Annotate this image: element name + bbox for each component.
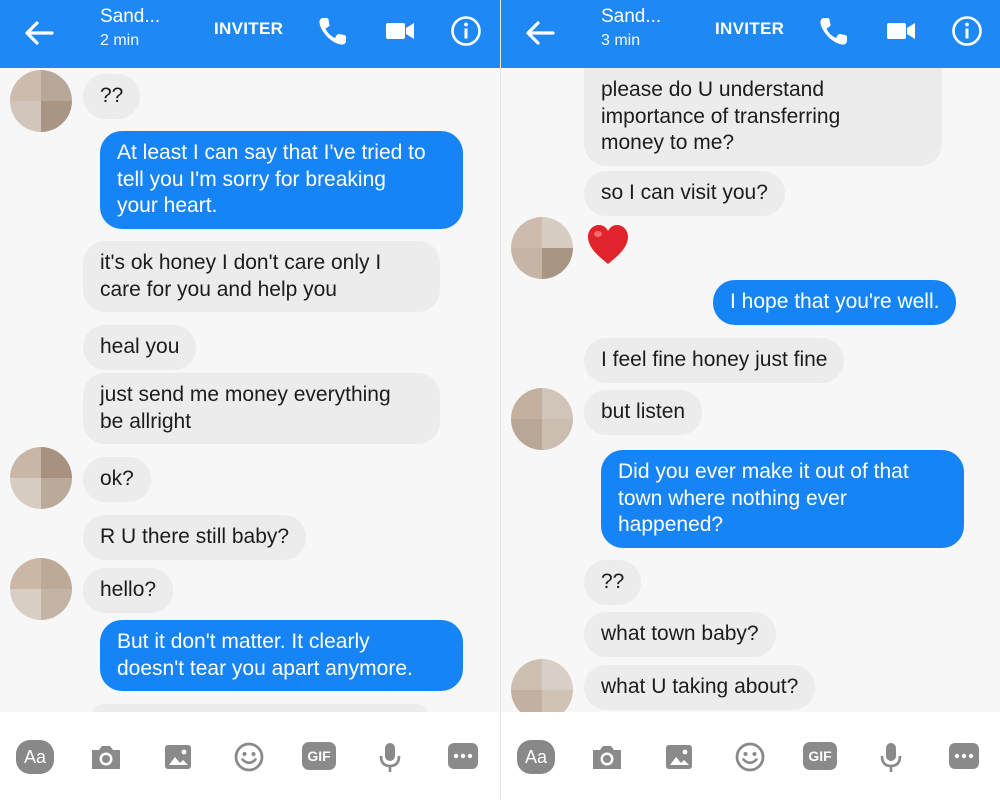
info-icon[interactable] [950, 14, 984, 48]
emoji-icon[interactable] [231, 740, 267, 774]
phone-icon[interactable] [817, 14, 851, 48]
microphone-icon[interactable] [873, 740, 909, 774]
camera-icon[interactable] [589, 740, 625, 774]
chat-panel-right: Sand... 3 min INVITER please do U unders… [500, 0, 1000, 800]
message-list[interactable]: ?? At least I can say that I've tried to… [0, 68, 500, 734]
message-bubble-incoming[interactable]: so I can visit you? [584, 171, 785, 216]
message-bubble-incoming[interactable]: it's ok honey I don't care only I care f… [83, 241, 440, 312]
last-active-time: 3 min [601, 32, 641, 49]
invite-button[interactable]: INVITER [715, 19, 784, 39]
info-icon[interactable] [449, 14, 483, 48]
video-camera-icon[interactable] [383, 14, 417, 48]
message-bubble-incoming[interactable]: ?? [584, 560, 642, 605]
phone-icon[interactable] [316, 14, 350, 48]
composer-toolbar: Aa GIF [0, 712, 500, 800]
message-bubble-incoming[interactable]: ok? [83, 457, 151, 502]
message-bubble-outgoing[interactable]: But it don't matter. It clearly doesn't … [100, 620, 463, 691]
more-options-icon[interactable] [949, 743, 979, 769]
message-bubble-incoming[interactable]: but listen [584, 390, 703, 435]
message-bubble-incoming[interactable]: heal you [83, 325, 197, 370]
message-bubble-incoming[interactable]: just send me money everything be allrigh… [83, 373, 440, 444]
contact-avatar [10, 558, 72, 620]
chat-header: Sand... 3 min INVITER [501, 0, 1000, 68]
more-options-icon[interactable] [448, 743, 478, 769]
microphone-icon[interactable] [372, 740, 408, 774]
text-input-button[interactable]: Aa [16, 740, 54, 774]
gif-button[interactable]: GIF [803, 742, 837, 770]
back-arrow-icon[interactable] [523, 16, 557, 50]
chat-panel-left: Sand... 2 min INVITER ?? At least I can … [0, 0, 500, 800]
message-bubble-incoming[interactable]: ?? [83, 74, 141, 119]
message-bubble-incoming[interactable]: what town baby? [584, 612, 776, 657]
contact-avatar [10, 70, 72, 132]
image-gallery-icon[interactable] [160, 740, 196, 774]
text-input-button[interactable]: Aa [517, 740, 555, 774]
gif-button[interactable]: GIF [302, 742, 336, 770]
emoji-icon[interactable] [732, 740, 768, 774]
message-bubble-outgoing[interactable]: At least I can say that I've tried to te… [100, 131, 463, 229]
message-bubble-incoming[interactable]: I feel fine honey just fine [584, 338, 845, 383]
message-bubble-incoming[interactable]: what U taking about? [584, 665, 816, 710]
contact-avatar [10, 447, 72, 509]
message-bubble-outgoing[interactable]: Did you ever make it out of that town wh… [601, 450, 964, 548]
last-active-time: 2 min [100, 32, 140, 49]
composer-toolbar: Aa GIF [501, 712, 1000, 800]
image-gallery-icon[interactable] [661, 740, 697, 774]
contact-avatar [511, 217, 573, 279]
contact-name[interactable]: Sand... [100, 6, 160, 28]
contact-name[interactable]: Sand... [601, 6, 661, 28]
message-list[interactable]: please do U understand importance of tra… [501, 68, 1000, 721]
contact-avatar [511, 388, 573, 450]
back-arrow-icon[interactable] [22, 16, 56, 50]
message-bubble-incoming[interactable]: hello? [83, 568, 174, 613]
message-bubble-outgoing[interactable]: I hope that you're well. [713, 280, 957, 325]
message-bubble-incoming[interactable]: please do U understand importance of tra… [584, 68, 942, 166]
message-bubble-incoming[interactable]: R U there still baby? [83, 515, 307, 560]
video-camera-icon[interactable] [884, 14, 918, 48]
heart-emoji-icon[interactable] [585, 222, 631, 268]
camera-icon[interactable] [88, 740, 124, 774]
chat-header: Sand... 2 min INVITER [0, 0, 500, 68]
invite-button[interactable]: INVITER [214, 19, 283, 39]
